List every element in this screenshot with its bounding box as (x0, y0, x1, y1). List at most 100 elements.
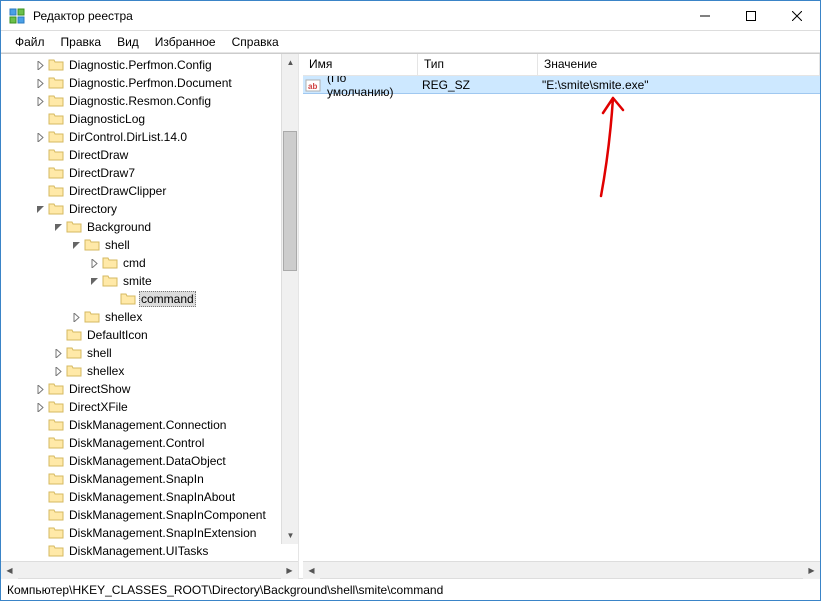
collapse-icon[interactable] (51, 220, 65, 234)
expand-icon[interactable] (33, 400, 47, 414)
menu-favorites[interactable]: Избранное (147, 33, 224, 51)
tree-item[interactable]: shell (7, 236, 298, 254)
tree-item-label: DiskManagement.DataObject (67, 454, 228, 468)
collapse-icon[interactable] (69, 238, 83, 252)
scroll-track[interactable] (282, 71, 298, 527)
collapse-icon[interactable] (33, 202, 47, 216)
expand-icon[interactable] (33, 130, 47, 144)
tree-item-label: DirectXFile (67, 400, 130, 414)
tree-item[interactable]: DiskManagement.SnapInComponent (7, 506, 298, 524)
value-name: (По умолчанию) (323, 76, 418, 99)
tree-item-label: Background (85, 220, 153, 234)
tree-item[interactable]: DiskManagement.SnapIn (7, 470, 298, 488)
folder-icon (66, 346, 82, 360)
menu-edit[interactable]: Правка (53, 33, 110, 51)
expand-icon[interactable] (33, 58, 47, 72)
column-value[interactable]: Значение (538, 54, 820, 75)
collapse-icon[interactable] (87, 274, 101, 288)
folder-icon (120, 292, 136, 306)
scroll-down-arrow[interactable]: ▼ (282, 527, 298, 544)
tree-item[interactable]: DiskManagement.UITasks (7, 542, 298, 560)
expand-icon[interactable] (51, 364, 65, 378)
value-data: "E:\smite\smite.exe" (538, 78, 820, 92)
tree-item[interactable]: shellex (7, 362, 298, 380)
tree-item-label: DiagnosticLog (67, 112, 147, 126)
expand-icon[interactable] (33, 76, 47, 90)
tree-item[interactable]: Diagnostic.Perfmon.Config (7, 56, 298, 74)
maximize-button[interactable] (728, 1, 774, 31)
menu-file[interactable]: Файл (7, 33, 53, 51)
tree-vertical-scrollbar[interactable]: ▲ ▼ (281, 54, 298, 544)
folder-icon (48, 418, 64, 432)
expand-icon[interactable] (33, 382, 47, 396)
tree-item[interactable]: DirectDraw (7, 146, 298, 164)
tree-item[interactable]: DirectShow (7, 380, 298, 398)
menu-help[interactable]: Справка (224, 33, 287, 51)
tree-item[interactable]: DirectXFile (7, 398, 298, 416)
tree-item-label: DiskManagement.SnapInExtension (67, 526, 258, 540)
column-name[interactable]: Имя (303, 54, 418, 75)
tree-item[interactable]: DiskManagement.Connection (7, 416, 298, 434)
values-body[interactable]: ab (По умолчанию) REG_SZ "E:\smite\smite… (303, 76, 820, 561)
tree-item[interactable]: DirectDrawClipper (7, 182, 298, 200)
close-button[interactable] (774, 1, 820, 31)
registry-tree: Diagnostic.Perfmon.ConfigDiagnostic.Perf… (1, 56, 298, 560)
tree-item[interactable]: Background (7, 218, 298, 236)
main-panel: Diagnostic.Perfmon.ConfigDiagnostic.Perf… (1, 53, 820, 578)
titlebar: Редактор реестра (1, 1, 820, 31)
values-panel: Имя Тип Значение ab (По умолчанию) REG_S… (303, 54, 820, 578)
expand-icon[interactable] (87, 256, 101, 270)
tree-item[interactable]: shellex (7, 308, 298, 326)
tree-item[interactable]: smite (7, 272, 298, 290)
tree-item[interactable]: DiskManagement.DataObject (7, 452, 298, 470)
value-type: REG_SZ (418, 78, 538, 92)
tree-item[interactable]: DiskManagement.SnapInAbout (7, 488, 298, 506)
scroll-right-arrow[interactable]: ▶ (803, 562, 820, 579)
tree-item[interactable]: cmd (7, 254, 298, 272)
tree-item-label: DirectDraw (67, 148, 130, 162)
tree-horizontal-scrollbar[interactable]: ◀ ▶ (1, 561, 298, 578)
tree-item-label: DiskManagement.SnapInComponent (67, 508, 268, 522)
scroll-track[interactable] (18, 562, 281, 578)
tree-item-label: DefaultIcon (85, 328, 150, 342)
folder-icon (48, 508, 64, 522)
tree-scroll-area[interactable]: Diagnostic.Perfmon.ConfigDiagnostic.Perf… (1, 54, 298, 561)
tree-item-label: DirControl.DirList.14.0 (67, 130, 189, 144)
minimize-button[interactable] (682, 1, 728, 31)
tree-item[interactable]: DefaultIcon (7, 326, 298, 344)
scroll-left-arrow[interactable]: ◀ (303, 562, 320, 579)
scroll-track[interactable] (320, 562, 803, 578)
scroll-up-arrow[interactable]: ▲ (282, 54, 298, 71)
tree-item-label: DirectDrawClipper (67, 184, 168, 198)
tree-panel: Diagnostic.Perfmon.ConfigDiagnostic.Perf… (1, 54, 299, 578)
scroll-right-arrow[interactable]: ▶ (281, 562, 298, 579)
app-icon (9, 8, 25, 24)
folder-icon (48, 490, 64, 504)
folder-icon (48, 76, 64, 90)
tree-item[interactable]: Directory (7, 200, 298, 218)
scroll-left-arrow[interactable]: ◀ (1, 562, 18, 579)
tree-item-label: shellex (85, 364, 126, 378)
tree-item[interactable]: shell (7, 344, 298, 362)
tree-item[interactable]: DirControl.DirList.14.0 (7, 128, 298, 146)
tree-item-label: DirectShow (67, 382, 132, 396)
tree-item[interactable]: command (7, 290, 298, 308)
expand-icon[interactable] (69, 310, 83, 324)
tree-item[interactable]: DiskManagement.SnapInExtension (7, 524, 298, 542)
column-type[interactable]: Тип (418, 54, 538, 75)
tree-item[interactable]: DirectDraw7 (7, 164, 298, 182)
window-title: Редактор реестра (33, 9, 682, 23)
folder-icon (48, 526, 64, 540)
tree-item[interactable]: Diagnostic.Perfmon.Document (7, 74, 298, 92)
tree-item[interactable]: Diagnostic.Resmon.Config (7, 92, 298, 110)
values-horizontal-scrollbar[interactable]: ◀ ▶ (303, 561, 820, 578)
expand-icon[interactable] (51, 346, 65, 360)
value-row[interactable]: ab (По умолчанию) REG_SZ "E:\smite\smite… (303, 76, 820, 94)
tree-item[interactable]: DiagnosticLog (7, 110, 298, 128)
menu-view[interactable]: Вид (109, 33, 147, 51)
folder-icon (48, 472, 64, 486)
scroll-thumb[interactable] (283, 131, 297, 271)
folder-icon (102, 274, 118, 288)
expand-icon[interactable] (33, 94, 47, 108)
tree-item[interactable]: DiskManagement.Control (7, 434, 298, 452)
